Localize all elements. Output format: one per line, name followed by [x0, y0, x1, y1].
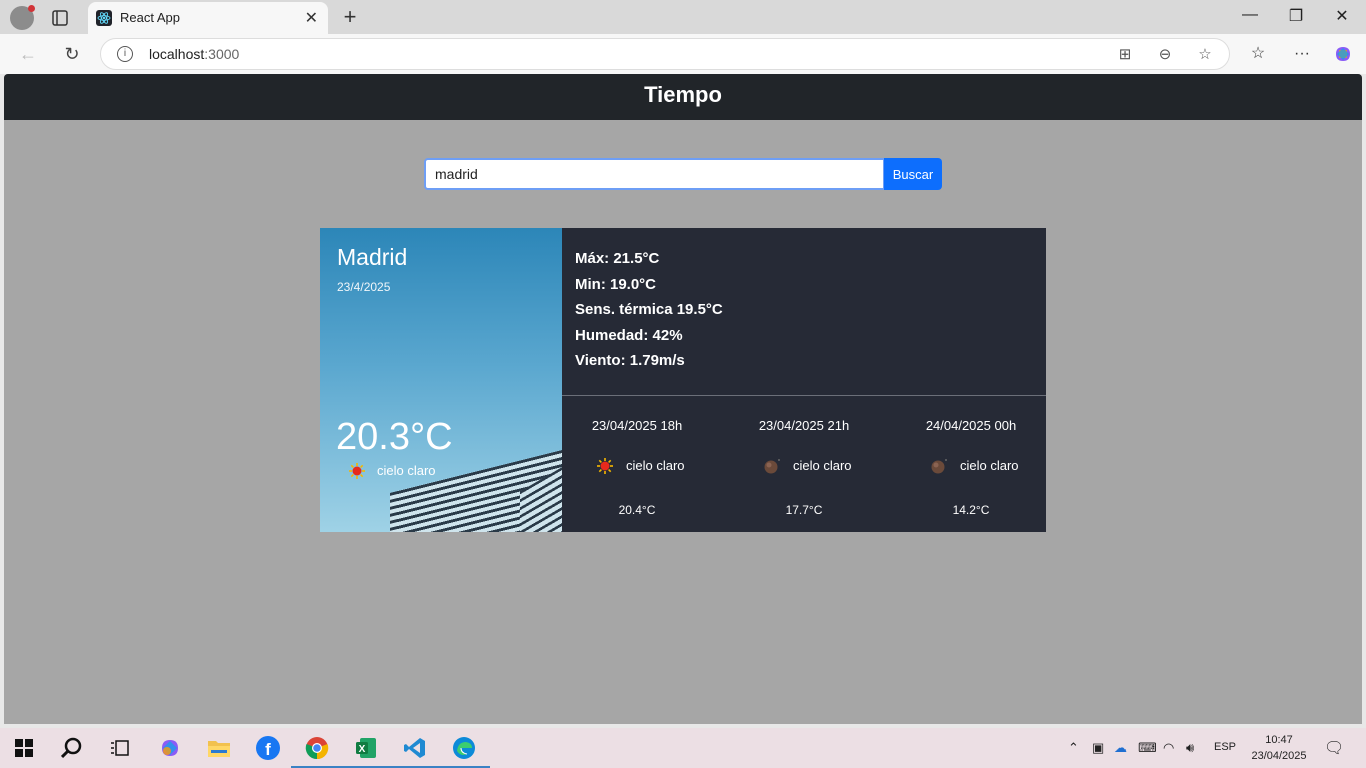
browser-tab-bar: React App ✕ + — ❐ ✕ [0, 0, 1366, 34]
svg-text:X: X [359, 744, 366, 755]
forecast-temperature: 14.2°C [952, 503, 990, 517]
forecast-description: cielo claro [793, 458, 852, 473]
moon-icon [763, 457, 781, 475]
excel-icon[interactable]: X [340, 734, 392, 768]
language-indicator[interactable]: ESP [1214, 741, 1236, 753]
tab-title: React App [120, 10, 180, 25]
address-bar[interactable]: i localhost:3000 ⊞ ⊖ ☆ [100, 38, 1230, 70]
weather-details: Máx: 21.5°C Min: 19.0°C Sens. térmica 19… [575, 248, 723, 376]
zoom-out-icon[interactable]: ⊖ [1155, 45, 1175, 65]
city-name: Madrid [337, 244, 408, 270]
favorites-icon[interactable]: ☆ [1246, 42, 1270, 66]
details-panel: Máx: 21.5°C Min: 19.0°C Sens. térmica 19… [562, 228, 1046, 532]
current-weather-panel: Madrid 23/4/2025 20.3°C cielo claro [320, 228, 562, 532]
browser-toolbar: ← ↻ i localhost:3000 ⊞ ⊖ ☆ ☆ ··· [0, 34, 1366, 74]
browser-tab[interactable]: React App ✕ [88, 2, 328, 34]
tab-actions-icon[interactable] [48, 8, 72, 28]
minimize-icon[interactable]: — [1238, 6, 1262, 24]
weather-card: Madrid 23/4/2025 20.3°C cielo claro Máx:… [320, 228, 1046, 532]
notifications-icon[interactable]: 🗨︎ [1324, 738, 1344, 758]
task-view-icon[interactable] [106, 734, 134, 762]
wifi-icon[interactable]: ◠ [1163, 740, 1174, 756]
wind: Viento: 1.79m/s [575, 352, 685, 370]
divider [562, 395, 1046, 396]
humidity: Humedad: 42% [575, 326, 683, 344]
forecast-time: 23/04/2025 18h [591, 418, 683, 433]
copilot-app-icon[interactable] [156, 734, 184, 762]
copilot-icon[interactable] [1331, 42, 1355, 66]
meet-icon[interactable]: ▣ [1092, 740, 1104, 756]
sun-icon [348, 462, 366, 480]
new-tab-icon[interactable]: + [338, 4, 362, 30]
app-title: Tiempo [644, 82, 722, 107]
current-temperature: 20.3°C [336, 416, 453, 458]
windows-taskbar: f X ⌃ ▣ ☁ ⌨ ◠ 🔊︎ ESP 10:47 23/04/2025 🗨︎ [0, 728, 1366, 768]
chrome-icon[interactable] [291, 734, 343, 768]
sun-icon [596, 457, 614, 475]
onedrive-icon[interactable]: ☁ [1114, 740, 1127, 756]
forecast-description: cielo claro [960, 458, 1019, 473]
forecast-time: 24/04/2025 00h [925, 418, 1017, 433]
reload-icon[interactable]: ↻ [60, 42, 84, 66]
keyboard-icon[interactable]: ⌨ [1138, 740, 1157, 756]
max-temperature: Máx: 21.5°C [575, 250, 660, 267]
site-info-icon[interactable]: i [117, 46, 133, 62]
vscode-icon[interactable] [389, 734, 441, 768]
volume-icon[interactable]: 🔊︎ [1186, 740, 1194, 756]
forecast-time: 23/04/2025 21h [758, 418, 850, 433]
windows-start-icon[interactable] [10, 734, 38, 762]
clock-date: 23/04/2025 [1251, 750, 1307, 762]
app-header: Tiempo [4, 74, 1362, 120]
close-tab-icon[interactable]: ✕ [305, 8, 318, 28]
search-icon[interactable] [58, 734, 86, 762]
feels-like: Sens. térmica 19.5°C [575, 301, 723, 319]
profile-avatar[interactable] [10, 5, 35, 30]
taskbar-clock[interactable]: 10:47 23/04/2025 [1246, 732, 1312, 764]
edge-icon[interactable] [438, 734, 490, 768]
forecast-description: cielo claro [626, 458, 685, 473]
forecast-temperature: 20.4°C [618, 503, 656, 517]
page-viewport: Tiempo Buscar Madrid 23/4/2025 20.3°C ci… [4, 74, 1362, 724]
file-explorer-icon[interactable] [205, 734, 233, 762]
moon-icon [930, 457, 948, 475]
show-hidden-icons-icon[interactable]: ⌃ [1068, 740, 1079, 756]
clock-time: 10:47 [1265, 734, 1293, 746]
app-available-icon[interactable]: ⊞ [1115, 45, 1135, 65]
close-window-icon[interactable]: ✕ [1330, 6, 1354, 26]
react-logo-icon [96, 10, 112, 26]
restore-icon[interactable]: ❐ [1284, 6, 1308, 26]
more-options-icon[interactable]: ··· [1290, 42, 1314, 66]
svg-text:f: f [265, 740, 271, 759]
min-temperature: Min: 19.0°C [575, 275, 657, 293]
back-icon[interactable]: ← [16, 42, 40, 66]
search-button[interactable]: Buscar [884, 158, 942, 190]
forecast-temperature: 17.7°C [785, 503, 823, 517]
city-search-input[interactable] [424, 158, 885, 190]
favorite-star-icon[interactable]: ☆ [1195, 45, 1215, 65]
address-url: localhost:3000 [149, 46, 240, 62]
current-description: cielo claro [377, 463, 436, 478]
facebook-icon[interactable]: f [254, 734, 282, 762]
current-date: 23/4/2025 [337, 280, 391, 294]
